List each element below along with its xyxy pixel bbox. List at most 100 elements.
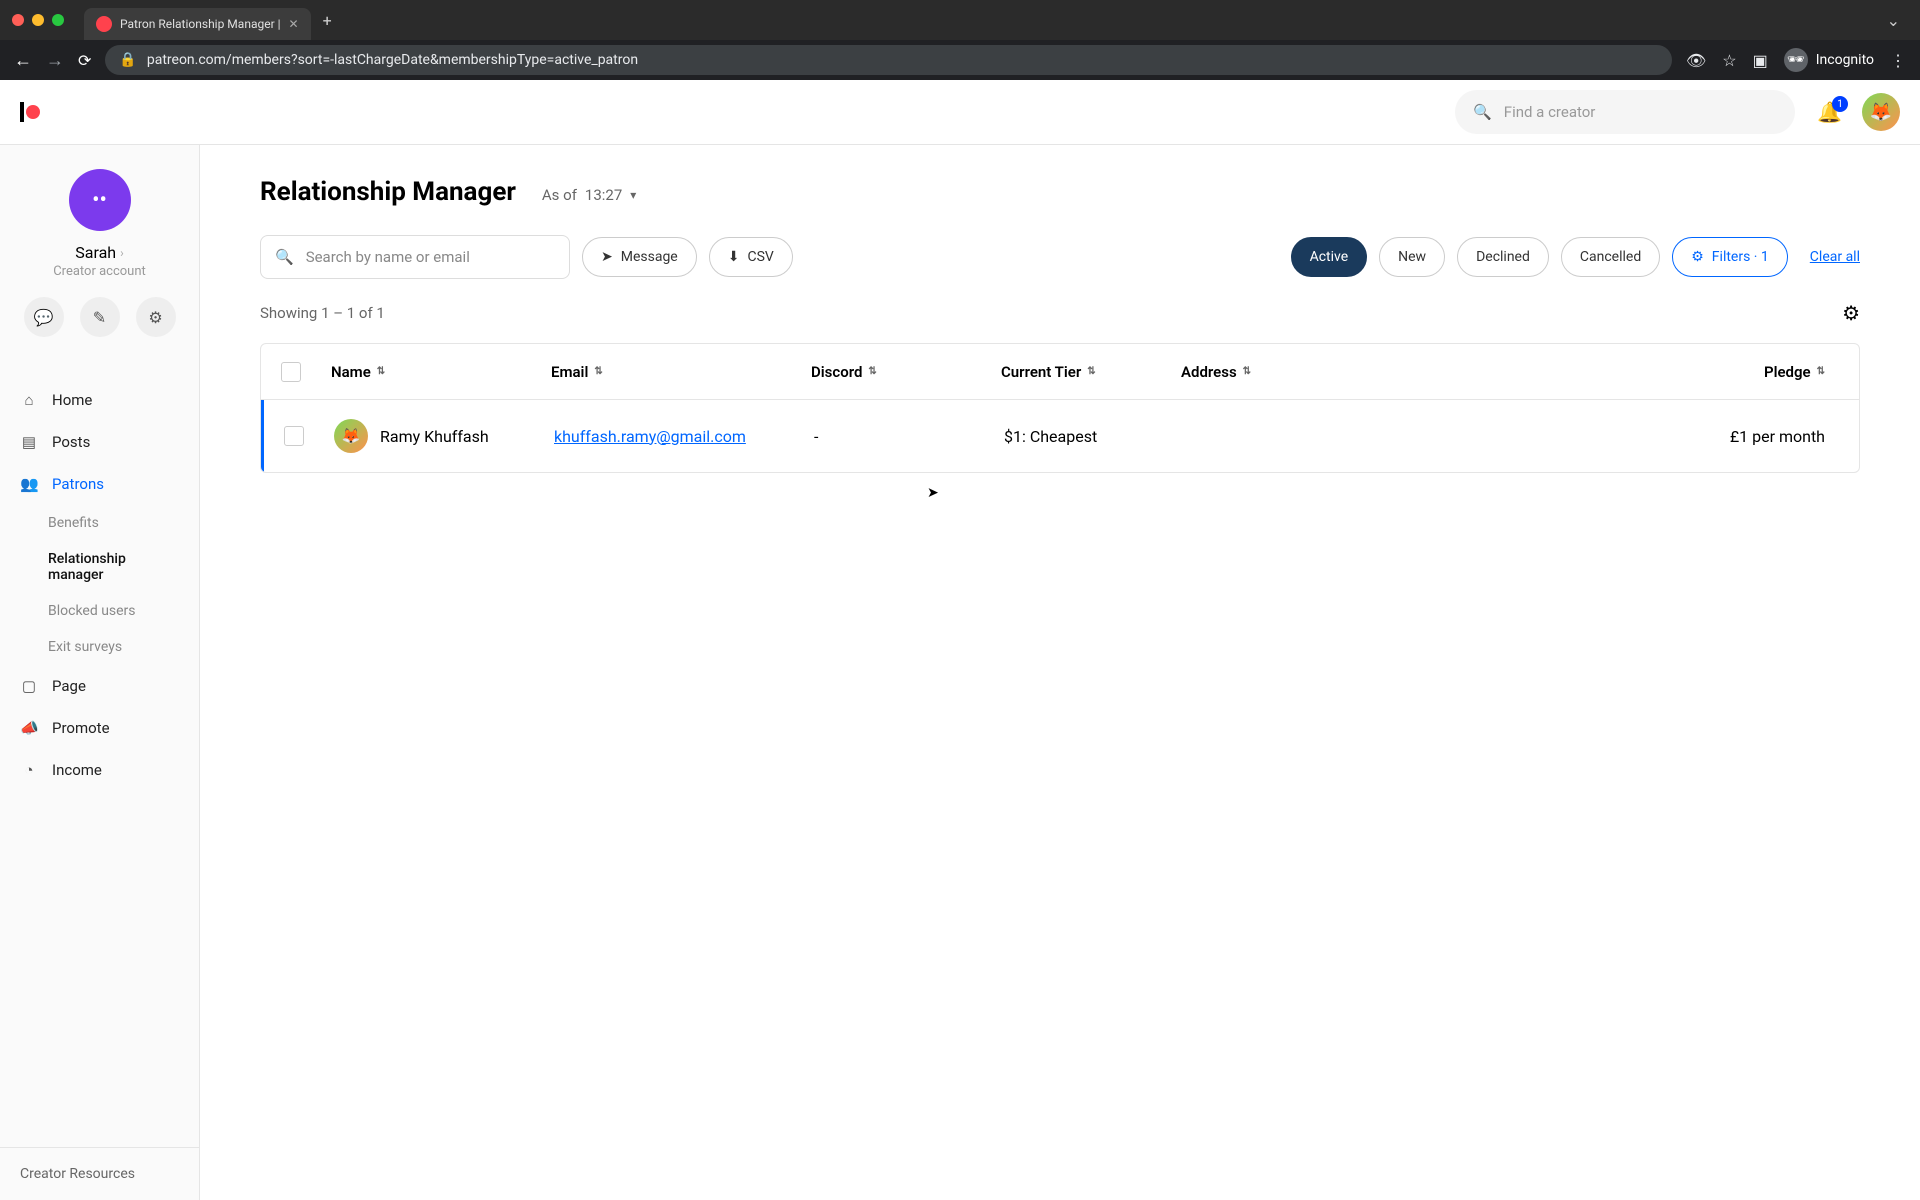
tabs-overflow-icon[interactable]: ⌄ <box>1887 11 1900 30</box>
income-icon: ◔ <box>20 761 38 779</box>
edit-icon[interactable]: ✎ <box>80 297 120 337</box>
extensions-icon[interactable]: ▣ <box>1753 51 1768 70</box>
filters-button[interactable]: ⚙ Filters · 1 <box>1672 237 1788 277</box>
sidebar-sub-benefits[interactable]: Benefits <box>0 505 199 541</box>
tab-title: Patron Relationship Manager | <box>120 17 281 31</box>
page-icon: ▢ <box>20 677 38 695</box>
cell-pledge: £1 per month <box>1354 427 1849 446</box>
posts-icon: ▤ <box>20 433 38 451</box>
sidebar-sub-relationship-manager[interactable]: Relationship manager <box>0 541 199 593</box>
notification-count: 1 <box>1832 96 1848 112</box>
sort-icon: ⇅ <box>868 366 876 377</box>
creator-block: •• Sarah › Creator account 💬 ✎ ⚙ <box>0 169 199 357</box>
filter-new[interactable]: New <box>1379 237 1445 277</box>
window-minimize[interactable] <box>32 14 44 26</box>
nav-back-icon[interactable]: ← <box>14 50 32 71</box>
sidebar-footer-creator-resources[interactable]: Creator Resources <box>0 1147 199 1200</box>
cell-discord: - <box>814 427 1004 446</box>
eye-off-icon[interactable]: 👁 <box>1686 51 1706 70</box>
sort-icon: ⇅ <box>1243 366 1251 377</box>
sort-icon: ⇅ <box>1817 366 1825 377</box>
chevron-right-icon: › <box>120 246 124 260</box>
col-pledge[interactable]: Pledge ⇅ <box>1351 363 1849 381</box>
sort-icon: ⇅ <box>594 366 602 377</box>
col-discord[interactable]: Discord ⇅ <box>811 363 1001 381</box>
email-link[interactable]: khuffash.ramy@gmail.com <box>554 427 746 446</box>
as-of-dropdown[interactable]: As of 13:27 ▾ <box>542 186 636 204</box>
user-avatar[interactable]: 🦊 <box>1862 93 1900 131</box>
browser-titlebar: Patron Relationship Manager | ✕ + ⌄ <box>0 0 1920 40</box>
select-all-checkbox[interactable] <box>281 362 301 382</box>
lock-icon: 🔒 <box>119 52 136 68</box>
search-members-placeholder: Search by name or email <box>306 248 470 266</box>
incognito-label: Incognito <box>1816 52 1874 68</box>
filter-active[interactable]: Active <box>1291 237 1368 277</box>
chat-icon[interactable]: 💬 <box>24 297 64 337</box>
cell-name: 🦊 Ramy Khuffash <box>334 419 554 453</box>
col-name[interactable]: Name ⇅ <box>331 363 551 381</box>
incognito-icon: 🕶 <box>1784 48 1808 72</box>
star-icon[interactable]: ☆ <box>1722 51 1736 70</box>
filter-declined[interactable]: Declined <box>1457 237 1549 277</box>
row-checkbox[interactable] <box>284 426 304 446</box>
sliders-icon: ⚙ <box>1691 249 1704 265</box>
app-header: 🔍 Find a creator 🔔 1 🦊 <box>0 80 1920 145</box>
cell-email: khuffash.ramy@gmail.com <box>554 427 814 446</box>
creator-avatar[interactable]: •• <box>69 169 131 231</box>
window-close[interactable] <box>12 14 24 26</box>
col-current-tier[interactable]: Current Tier ⇅ <box>1001 363 1181 381</box>
sidebar-nav: ⌂ Home ▤ Posts 👥 Patrons Benefits Relati… <box>0 379 199 1147</box>
sidebar-sub-exit-surveys[interactable]: Exit surveys <box>0 629 199 665</box>
filter-cancelled[interactable]: Cancelled <box>1561 237 1660 277</box>
creator-name[interactable]: Sarah › <box>75 243 123 262</box>
search-creator-input[interactable]: 🔍 Find a creator <box>1455 90 1795 134</box>
download-icon: ⬇ <box>728 249 740 265</box>
patron-avatar: 🦊 <box>334 419 368 453</box>
col-email[interactable]: Email ⇅ <box>551 363 811 381</box>
result-count: Showing 1 – 1 of 1 <box>260 304 385 322</box>
table-header: Name ⇅ Email ⇅ Discord ⇅ Current Tier ⇅ … <box>261 344 1859 400</box>
search-icon: 🔍 <box>1473 103 1492 121</box>
search-icon: 🔍 <box>275 248 294 266</box>
patrons-icon: 👥 <box>20 475 38 493</box>
clear-all-link[interactable]: Clear all <box>1810 249 1860 265</box>
gear-icon[interactable]: ⚙ <box>136 297 176 337</box>
col-address[interactable]: Address ⇅ <box>1181 363 1351 381</box>
tab-close-icon[interactable]: ✕ <box>289 17 299 31</box>
search-creator-placeholder: Find a creator <box>1504 103 1596 121</box>
browser-tab[interactable]: Patron Relationship Manager | ✕ <box>84 8 311 40</box>
creator-role: Creator account <box>53 264 146 279</box>
send-icon: ➤ <box>601 249 613 265</box>
patrons-table: Name ⇅ Email ⇅ Discord ⇅ Current Tier ⇅ … <box>260 343 1860 473</box>
csv-button[interactable]: ⬇ CSV <box>709 237 793 277</box>
main-content: Relationship Manager As of 13:27 ▾ 🔍 Sea… <box>200 145 1920 1200</box>
incognito-badge[interactable]: 🕶 Incognito <box>1784 48 1874 72</box>
table-settings-icon[interactable]: ⚙ <box>1842 301 1860 325</box>
sidebar-item-promote[interactable]: 📣 Promote <box>0 707 199 749</box>
home-icon: ⌂ <box>20 391 38 409</box>
reload-icon[interactable]: ⟳ <box>78 51 91 70</box>
new-tab-button[interactable]: + <box>323 11 332 30</box>
sidebar-item-page[interactable]: ▢ Page <box>0 665 199 707</box>
sidebar-item-posts[interactable]: ▤ Posts <box>0 421 199 463</box>
tab-favicon-icon <box>96 16 112 32</box>
browser-toolbar: ← → ⟳ 🔒 patreon.com/members?sort=-lastCh… <box>0 40 1920 80</box>
message-button[interactable]: ➤ Message <box>582 237 697 277</box>
sidebar-item-home[interactable]: ⌂ Home <box>0 379 199 421</box>
chevron-down-icon: ▾ <box>630 188 636 202</box>
toolbar: 🔍 Search by name or email ➤ Message ⬇ CS… <box>260 235 1860 279</box>
sidebar-item-patrons[interactable]: 👥 Patrons <box>0 463 199 505</box>
search-members-input[interactable]: 🔍 Search by name or email <box>260 235 570 279</box>
kebab-menu-icon[interactable]: ⋮ <box>1890 51 1906 70</box>
url-field[interactable]: 🔒 patreon.com/members?sort=-lastChargeDa… <box>105 45 1672 75</box>
promote-icon: 📣 <box>20 719 38 737</box>
patreon-logo[interactable] <box>20 102 40 122</box>
sidebar-item-income[interactable]: ◔ Income <box>0 749 199 791</box>
table-row[interactable]: 🦊 Ramy Khuffash khuffash.ramy@gmail.com … <box>261 400 1859 472</box>
window-controls <box>12 14 64 26</box>
sidebar-sub-blocked-users[interactable]: Blocked users <box>0 593 199 629</box>
window-maximize[interactable] <box>52 14 64 26</box>
url-text: patreon.com/members?sort=-lastChargeDate… <box>147 52 638 68</box>
cell-tier: $1: Cheapest <box>1004 427 1184 446</box>
notifications-button[interactable]: 🔔 1 <box>1817 100 1842 124</box>
